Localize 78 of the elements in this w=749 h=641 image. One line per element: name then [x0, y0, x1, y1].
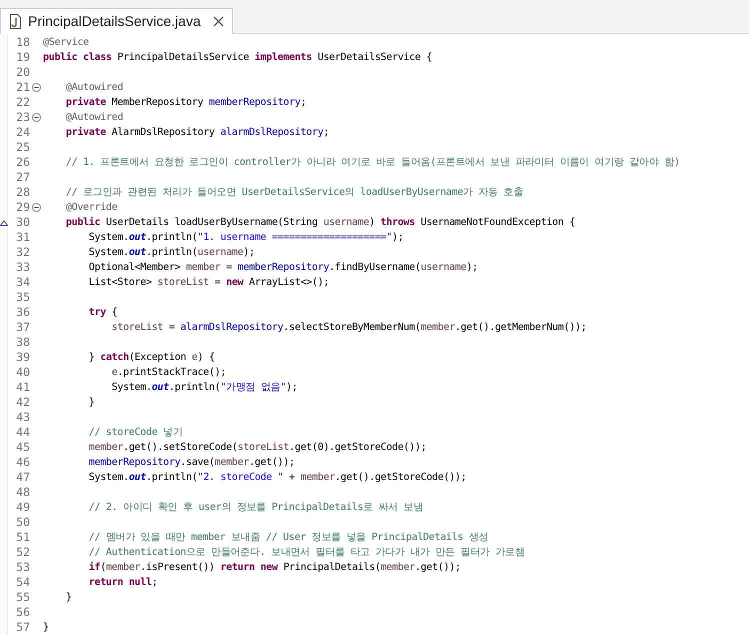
line-number: 55: [15, 590, 30, 605]
line-number: 18: [15, 35, 30, 50]
code-line: private MemberRepository memberRepository;: [64, 96, 306, 110]
code-line: // 1. 프론트에서 요청한 로그인이 controller가 아니라 여기로 바로 들어옴(프론트에서 보낸 파라미터 이름이 여기랑 같아야 함): [64, 156, 680, 170]
code-line: private AlarmDslRepository alarmDslRepository;: [64, 126, 330, 140]
line-number: 31: [15, 230, 30, 245]
line-number: 30: [15, 215, 30, 230]
line-number: 57: [15, 620, 30, 635]
line-number: 48: [15, 485, 30, 500]
line-number: 24: [15, 125, 30, 140]
line-number: 54: [15, 575, 30, 590]
code-line: // Authentication으로 만들어준다. 보내면서 필터를 타고 가다가 내가 만든 필터가 가로챔: [88, 546, 525, 560]
code-line: member.get().setStoreCode(storeList.get(0).getStoreCode());: [88, 441, 426, 455]
code-line: // 로그인과 관련된 처리가 들어오면 UserDetailsService의 loadUserByUsername가 자동 호출: [64, 186, 524, 200]
code-line: }: [88, 396, 94, 410]
line-number: 38: [15, 335, 30, 350]
code-line: System.out.println(username);: [88, 246, 255, 260]
code-line: public class PrincipalDetailsService implements UserDetailsService {: [43, 50, 432, 65]
collapse-icon[interactable]: [32, 83, 40, 92]
line-number: 19: [15, 50, 30, 65]
code-line: @Override: [64, 201, 118, 215]
line-number: 56: [15, 605, 30, 620]
line-number: 32: [15, 245, 30, 260]
line-number: 41: [15, 380, 30, 395]
line-number: 44: [15, 425, 30, 440]
line-number: 47: [15, 470, 30, 485]
code-line: List<Store> storeList = new ArrayList<>();: [88, 276, 330, 290]
java-file-icon: [9, 14, 22, 29]
line-number: 46: [15, 455, 30, 470]
line-number: 51: [15, 530, 30, 545]
code-line: System.out.println("1. username ====================");: [88, 231, 404, 245]
line-number: 42: [15, 395, 30, 410]
code-line: } catch(Exception e) {: [88, 351, 215, 365]
line-number: 50: [15, 515, 30, 530]
code-line: System.out.println("가맹점 없음");: [110, 381, 298, 395]
close-icon[interactable]: [212, 16, 224, 27]
line-number: 21: [15, 80, 30, 95]
collapse-icon[interactable]: [32, 113, 40, 122]
code-line: }: [64, 591, 72, 605]
line-number: 37: [15, 320, 30, 335]
code-line: // 멤버가 있을 때만 member 보내줌 // User 정보를 넣을 PrincipalDetails 생성: [88, 531, 488, 545]
code-line: // 2. 아이디 확인 후 user의 정보를 PrincipalDetails로 싸서 보냄: [88, 501, 424, 515]
line-number: 20: [15, 65, 30, 80]
line-number: 33: [15, 260, 30, 275]
line-number: 43: [15, 410, 30, 425]
line-number: 26: [15, 155, 30, 170]
line-number: 23: [15, 110, 30, 125]
code-line: @Autowired: [64, 111, 124, 125]
line-number: 52: [15, 545, 30, 560]
code-line: @Service: [43, 36, 89, 50]
code-line: @Autowired: [64, 81, 124, 95]
override-triangle-icon: [0, 220, 8, 226]
line-number: 27: [15, 170, 30, 185]
code-line: storeList = alarmDslRepository.selectStoreByMemberNum(member.get().getMemberNum());: [110, 321, 586, 335]
line-number: 29: [15, 200, 30, 215]
code-line: if(member.isPresent()) return new PrincipalDetails(member.get());: [88, 560, 461, 575]
code-line: memberRepository.save(member.get());: [88, 456, 295, 470]
line-number: 25: [15, 140, 30, 155]
editor-tab[interactable]: PrincipalDetailsService.java: [0, 8, 233, 34]
line-number: 40: [15, 365, 30, 380]
line-number: 34: [15, 275, 30, 290]
line-number: 39: [15, 350, 30, 365]
code-line: return null;: [88, 576, 158, 590]
code-line: try {: [88, 306, 118, 320]
collapse-icon[interactable]: [32, 203, 40, 212]
line-number: 35: [15, 290, 30, 305]
code-line: e.printStackTrace();: [110, 366, 226, 380]
line-number: 36: [15, 305, 30, 320]
code-line: }: [43, 621, 49, 635]
line-number: 45: [15, 440, 30, 455]
code-line: System.out.println("2. storeCode " + member.get().getStoreCode());: [88, 471, 466, 485]
code-line: public UserDetails loadUserByUsername(String username) throws UsernameNotFoundException {: [64, 216, 576, 230]
line-number: 49: [15, 500, 30, 515]
line-number: 53: [15, 560, 30, 575]
code-line: Optional<Member> member = memberRepository.findByUsername(username);: [88, 261, 478, 275]
line-number: 28: [15, 185, 30, 200]
line-number: 22: [15, 95, 30, 110]
code-line: // storeCode 넣기: [88, 426, 183, 440]
